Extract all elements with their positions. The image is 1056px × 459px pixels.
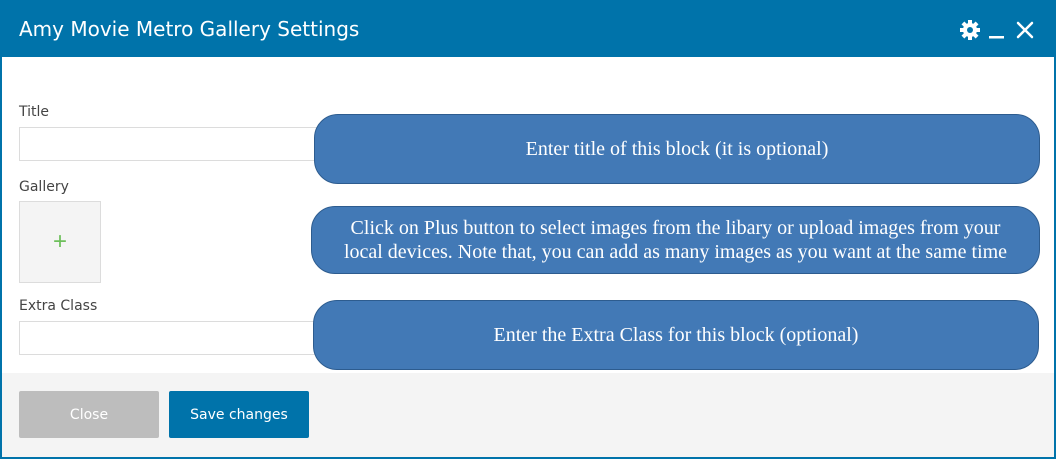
- dialog-title: Amy Movie Metro Gallery Settings: [19, 17, 360, 41]
- title-hint-text: Enter title of this block (it is optiona…: [525, 138, 829, 160]
- minimize-icon[interactable]: [986, 19, 1008, 41]
- plus-icon: +: [52, 228, 67, 255]
- close-icon[interactable]: [1014, 19, 1036, 41]
- gear-icon[interactable]: [959, 19, 981, 41]
- extra-class-label: Extra Class: [19, 298, 98, 314]
- gallery-hint-callout: Click on Plus button to select images fr…: [311, 206, 1040, 274]
- dialog-header: Amy Movie Metro Gallery Settings: [2, 2, 1054, 57]
- save-changes-button[interactable]: Save changes: [169, 391, 309, 438]
- gallery-add-button[interactable]: +: [19, 201, 101, 283]
- title-label: Title: [19, 104, 50, 120]
- close-button[interactable]: Close: [19, 391, 159, 438]
- gallery-hint-line2: local devices. Note that, you can add as…: [343, 241, 1008, 263]
- dialog-footer: Close Save changes: [2, 373, 1054, 457]
- extra-class-hint-callout: Enter the Extra Class for this block (op…: [313, 300, 1039, 370]
- settings-dialog: Amy Movie Metro Gallery Settings Title G…: [0, 0, 1056, 459]
- gallery-hint-line1: Click on Plus button to select images fr…: [350, 217, 1001, 239]
- title-hint-callout: Enter title of this block (it is optiona…: [314, 114, 1040, 184]
- extra-class-hint-text: Enter the Extra Class for this block (op…: [493, 324, 859, 346]
- gallery-label: Gallery: [19, 179, 69, 195]
